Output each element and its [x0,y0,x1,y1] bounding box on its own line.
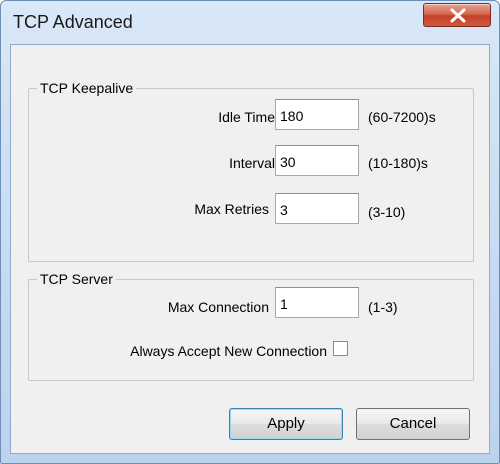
max-connection-label: Max Connection [167,299,269,315]
max-connection-range: (1-3) [368,299,398,315]
apply-button[interactable]: Apply [229,408,343,440]
max-connection-input[interactable] [275,287,359,318]
interval-input[interactable] [275,145,359,176]
idle-time-range: (60-7200)s [368,109,436,125]
tcp-advanced-dialog: TCP Advanced TCP Keepalive Idle Time (60… [0,0,500,464]
always-accept-label: Always Accept New Connection [130,343,327,359]
max-retries-input[interactable] [275,193,359,224]
interval-range: (10-180)s [368,155,428,171]
title-bar[interactable]: TCP Advanced [1,1,499,41]
idle-time-input[interactable] [275,99,359,130]
interval-label: Interval [229,155,275,171]
close-button[interactable] [423,3,491,27]
close-x-icon [450,8,466,23]
max-retries-range: (3-10) [368,204,406,220]
always-accept-checkbox[interactable] [333,341,348,356]
keepalive-legend: TCP Keepalive [37,79,137,97]
dialog-title: TCP Advanced [13,12,133,32]
server-group: TCP Server [28,270,474,381]
server-legend: TCP Server [37,270,116,288]
cancel-button[interactable]: Cancel [356,408,470,440]
dialog-body: TCP Keepalive Idle Time (60-7200)s Inter… [10,44,490,454]
idle-time-label: Idle Time [218,109,275,125]
max-retries-label: Max Retries [194,201,269,217]
